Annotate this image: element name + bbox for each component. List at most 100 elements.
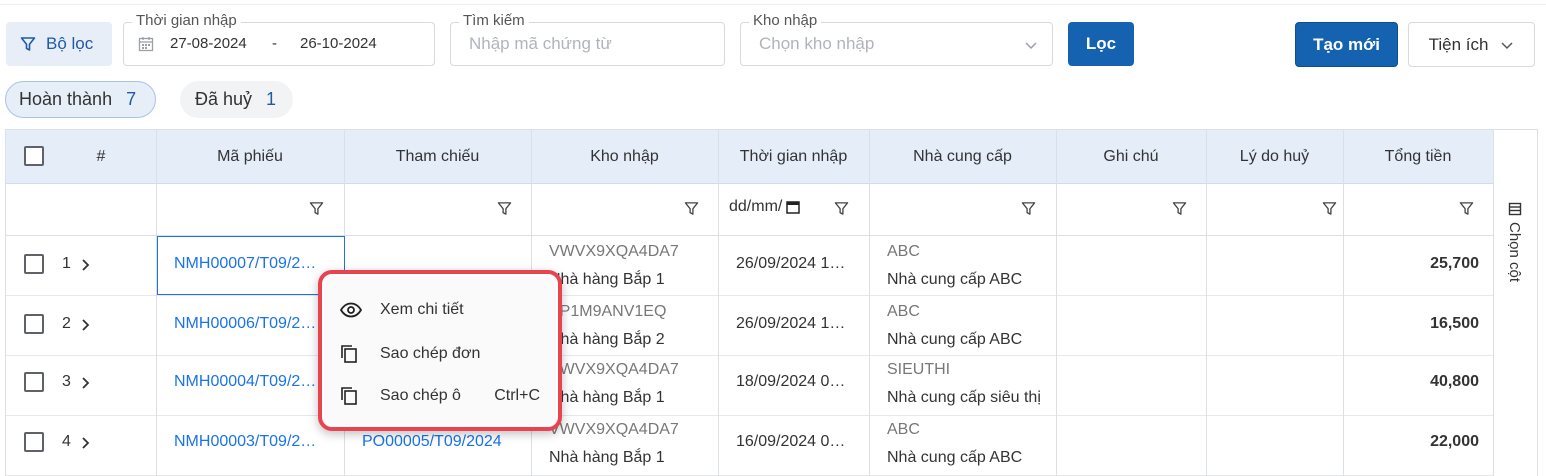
row-checkbox[interactable] (24, 314, 44, 334)
menu-item-copy-order[interactable]: Sao chép đơn (324, 334, 556, 374)
column-chooser-label: Chọn cột (1506, 222, 1523, 283)
store-name: Nhà hàng Bắp 2 (549, 331, 665, 348)
date-to-value[interactable]: 26-10-2024 (300, 35, 377, 52)
date-range-label: Thời gian nhập (132, 12, 241, 29)
column-chooser-button[interactable]: Chọn cột (1506, 202, 1523, 282)
import-time: 26/09/2024 1… (736, 315, 846, 332)
funnel-icon[interactable] (497, 201, 512, 216)
supplier-name: Nhà cung cấp ABC (887, 331, 1023, 348)
supplier-code: SIEUTHI (887, 361, 951, 378)
chevron-right-icon[interactable] (80, 258, 92, 272)
filter-toggle-button[interactable]: Bộ lọc (6, 22, 112, 66)
supplier-name: Nhà cung cấp ABC (887, 271, 1023, 288)
apply-filter-button[interactable]: Lọc (1068, 22, 1134, 66)
select-all-checkbox[interactable] (24, 146, 44, 166)
header-time[interactable]: Thời gian nhập (718, 130, 869, 184)
tab-completed-label: Hoàn thành (19, 89, 113, 109)
row-checkbox[interactable] (24, 254, 44, 274)
store-select-field[interactable]: Kho nhập (740, 12, 1053, 66)
receipt-code-link[interactable]: NMH00006/T09/2… (174, 315, 316, 333)
import-time: 26/09/2024 1… (736, 255, 846, 272)
header-index: # (96, 148, 106, 165)
funnel-icon[interactable] (684, 201, 699, 216)
receipt-code-link[interactable]: NMH00003/T09/2… (174, 433, 316, 451)
store-name: Nhà hàng Bắp 1 (549, 271, 665, 288)
row-checkbox[interactable] (24, 372, 44, 392)
supplier-code: ABC (887, 303, 920, 320)
search-field[interactable]: Tìm kiếm (450, 12, 725, 66)
supplier-code: ABC (887, 421, 920, 438)
column-divider (1343, 130, 1344, 476)
store-code: EP1M9ANV1EQ (549, 303, 667, 320)
table-row[interactable]: 4 NMH00003/T09/2… PO00005/T09/2024 VWVX9… (6, 416, 1493, 476)
column-divider (156, 130, 157, 476)
column-divider (718, 130, 719, 476)
header-store[interactable]: Kho nhập (531, 130, 718, 184)
funnel-icon[interactable] (1021, 201, 1036, 216)
funnel-icon[interactable] (1459, 201, 1474, 216)
context-menu: Xem chi tiết Sao chép đơn Sao chép ô Ctr… (318, 270, 562, 431)
chevron-right-icon[interactable] (80, 436, 92, 450)
reference-link[interactable]: PO00005/T09/2024 (362, 433, 502, 451)
supplier-name: Nhà cung cấp ABC (887, 449, 1023, 466)
funnel-icon[interactable] (309, 201, 324, 216)
header-reference[interactable]: Tham chiếu (344, 130, 531, 184)
table-row[interactable]: 3 NMH00004/T09/2… VWVX9XQA4DA7 Nhà hàng … (6, 356, 1493, 416)
header-cancel-reason[interactable]: Lý do huỷ (1206, 130, 1343, 184)
store-code: VWVX9XQA4DA7 (549, 243, 679, 260)
column-filter-row: dd/mm/ (6, 184, 1493, 236)
utilities-dropdown-button[interactable]: Tiện ích (1408, 22, 1535, 67)
funnel-icon[interactable] (1172, 201, 1187, 216)
row-number: 3 (62, 373, 71, 390)
menu-item-view-detail[interactable]: Xem chi tiết (324, 290, 556, 330)
supplier-code: ABC (887, 243, 920, 260)
funnel-icon[interactable] (1322, 201, 1337, 216)
header-supplier[interactable]: Nhà cung cấp (869, 130, 1056, 184)
search-input[interactable] (469, 34, 699, 54)
total-amount: 22,000 (1430, 433, 1479, 450)
column-divider (1206, 130, 1207, 476)
date-filter-input[interactable]: dd/mm/ (729, 198, 801, 216)
store-select-input[interactable] (759, 34, 989, 54)
menu-item-copy-cell-shortcut: Ctrl+C (494, 387, 540, 404)
funnel-icon[interactable] (834, 201, 849, 216)
tab-cancelled-count: 1 (266, 89, 277, 109)
date-filter-placeholder: dd/mm/ (729, 198, 783, 215)
header-total[interactable]: Tổng tiền (1343, 130, 1493, 184)
store-name: Nhà hàng Bắp 1 (549, 449, 665, 466)
tab-completed[interactable]: Hoàn thành 7 (5, 81, 156, 118)
calendar-icon[interactable] (786, 200, 801, 214)
receipts-table: # Mã phiếu Tham chiếu Kho nhập Thời gian… (5, 129, 1538, 476)
store-name: Nhà hàng Bắp 1 (549, 389, 665, 406)
filter-toggle-label: Bộ lọc (46, 34, 94, 53)
chevron-down-icon (1501, 41, 1513, 49)
selected-cell-outline (157, 236, 345, 295)
table-row[interactable]: 2 NMH00006/T09/2… EP1M9ANV1EQ Nhà hàng B… (6, 296, 1493, 356)
create-new-button[interactable]: Tạo mới (1295, 22, 1398, 67)
date-range-field[interactable]: Thời gian nhập 27-08-2024 - 26-10-2024 (123, 12, 435, 66)
header-note[interactable]: Ghi chú (1056, 130, 1206, 184)
row-checkbox[interactable] (24, 432, 44, 452)
header-code[interactable]: Mã phiếu (156, 130, 344, 184)
tab-completed-count: 7 (126, 89, 137, 109)
receipt-code-link[interactable]: NMH00004/T09/2… (174, 373, 316, 391)
column-divider (1056, 130, 1057, 476)
menu-item-copy-cell-label: Sao chép ô (380, 387, 461, 404)
column-chooser-panel[interactable] (1493, 130, 1537, 476)
total-amount: 16,500 (1430, 315, 1479, 332)
table-header: # Mã phiếu Tham chiếu Kho nhập Thời gian… (6, 130, 1493, 184)
row-number: 2 (62, 315, 71, 332)
store-select-label: Kho nhập (749, 12, 822, 29)
row-number: 1 (62, 255, 71, 272)
tab-cancelled[interactable]: Đã huỷ 1 (180, 81, 293, 118)
store-code: VWVX9XQA4DA7 (549, 421, 679, 438)
date-from-value[interactable]: 27-08-2024 (170, 35, 247, 52)
menu-item-copy-cell[interactable]: Sao chép ô Ctrl+C (324, 376, 556, 416)
chevron-right-icon[interactable] (80, 376, 92, 390)
chevron-right-icon[interactable] (80, 318, 92, 332)
chevron-down-icon[interactable] (1024, 38, 1038, 52)
column-divider (869, 130, 870, 476)
row-number: 4 (62, 433, 71, 450)
supplier-name: Nhà cung cấp siêu thị (887, 389, 1041, 406)
tab-cancelled-label: Đã huỷ (195, 89, 253, 109)
